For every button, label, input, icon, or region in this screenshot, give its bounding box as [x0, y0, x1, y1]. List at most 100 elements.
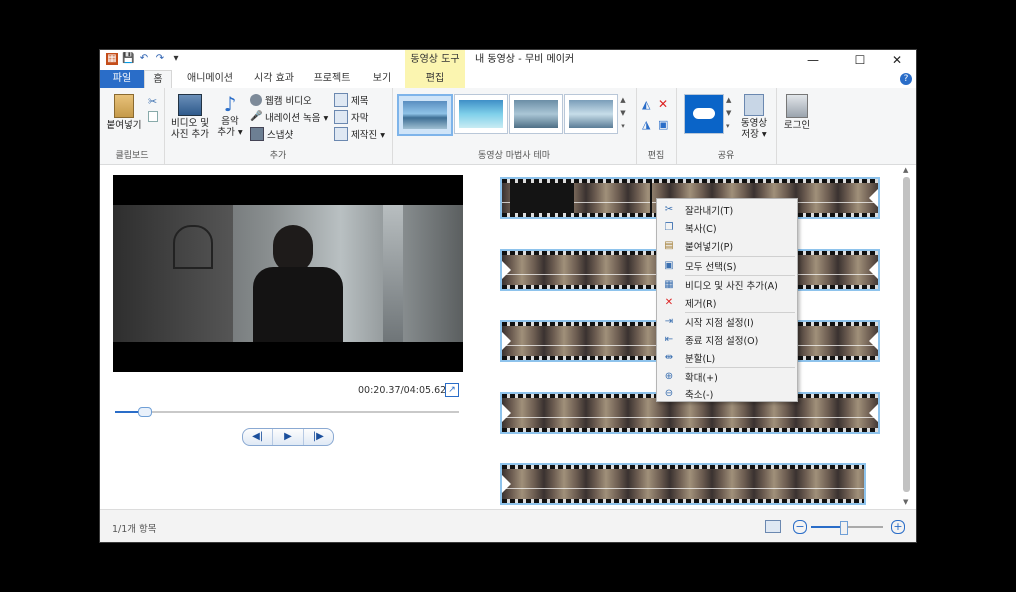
storyboard-scrollbar[interactable]: ▲ ▼: [900, 165, 914, 509]
add-video-icon: [178, 94, 202, 116]
set-end-icon: ⇤: [664, 334, 674, 345]
ribbon-tabs: 파일 홈 애니메이션 시각 효과 프로젝트 보기 편집 ?: [100, 70, 916, 90]
title-button[interactable]: 제목: [334, 93, 368, 107]
set-start-icon: ⇥: [664, 316, 674, 327]
storyboard-clip[interactable]: [500, 463, 866, 505]
tab-file[interactable]: 파일: [100, 70, 144, 88]
tab-visual-effects[interactable]: 시각 효과: [248, 70, 300, 88]
theme-thumbnail[interactable]: [454, 94, 508, 134]
tab-animation[interactable]: 애니메이션: [178, 70, 242, 88]
quick-access-toolbar: ▦ 💾 ↶ ↷ ▾: [106, 53, 182, 65]
tab-project[interactable]: 프로젝트: [308, 70, 356, 88]
menu-item-set-end[interactable]: ⇤ 종료 지점 설정(O): [657, 331, 797, 349]
tab-home[interactable]: 홈: [144, 70, 172, 90]
save-icon[interactable]: 💾: [122, 53, 134, 65]
menu-item-add-video-photo[interactable]: ▦ 비디오 및 사진 추가(A): [657, 276, 797, 294]
theme-gallery-scroll[interactable]: ▲ ▼ ▾: [618, 94, 628, 134]
cut-icon[interactable]: ✂: [148, 95, 160, 108]
zoom-slider-fill: [811, 526, 844, 528]
snapshot-icon: [250, 127, 264, 141]
close-button[interactable]: ✕: [880, 50, 914, 70]
zoom-slider[interactable]: [811, 521, 883, 535]
credits-button[interactable]: 제작진 ▾: [334, 127, 385, 141]
movie-maker-window: ▦ 💾 ↶ ↷ ▾ 동영상 도구 내 동영상 - 무비 메이커 — ☐ ✕ 파일…: [100, 50, 916, 542]
menu-item-split[interactable]: ⇹ 분할(L): [657, 349, 797, 367]
add-music-button[interactable]: ♪ 음악 추가 ▾: [214, 94, 246, 138]
themes-group: ▲ ▼ ▾ 동영상 마법사 테마: [392, 88, 637, 164]
status-bar: 1/1개 항목 − +: [100, 509, 916, 542]
paste-icon: ▤: [664, 240, 674, 251]
caption-icon: [334, 110, 348, 124]
maximize-button[interactable]: ☐: [843, 50, 877, 70]
redo-icon[interactable]: ↷: [154, 53, 166, 65]
save-movie-icon: [744, 94, 764, 116]
help-icon[interactable]: ?: [900, 73, 912, 85]
share-group: ▲ ▼ ▾ 동영상 저장 ▾ 공유: [676, 88, 777, 164]
theme-thumbnail[interactable]: [397, 94, 453, 136]
credits-icon: [334, 127, 348, 141]
tab-edit[interactable]: 편집: [405, 70, 465, 88]
menu-item-select-all[interactable]: ▣ 모두 선택(S): [657, 257, 797, 275]
tab-view[interactable]: 보기: [366, 70, 398, 88]
video-preview[interactable]: [113, 175, 463, 372]
seek-bar-thumb[interactable]: [137, 407, 152, 417]
playhead[interactable]: [650, 179, 652, 217]
paste-icon: [114, 94, 134, 118]
play-button[interactable]: ▶: [273, 429, 304, 445]
playback-controls: ◀| ▶ |▶: [242, 428, 334, 446]
clipboard-group: 붙여넣기 ✂ 클립보드: [100, 88, 165, 164]
menu-item-remove[interactable]: ✕ 제거(R): [657, 294, 797, 312]
split-icon: ⇹: [664, 352, 674, 363]
undo-icon[interactable]: ↶: [138, 53, 150, 65]
customize-icon[interactable]: ▾: [170, 53, 182, 65]
paste-button[interactable]: 붙여넣기: [104, 94, 144, 131]
title-bar: ▦ 💾 ↶ ↷ ▾ 동영상 도구 내 동영상 - 무비 메이커 — ☐ ✕: [100, 50, 916, 70]
webcam-icon: [250, 94, 262, 106]
menu-item-paste[interactable]: ▤ 붙여넣기(P): [657, 237, 797, 255]
zoom-out-icon: ⊖: [664, 388, 674, 399]
caption-button[interactable]: 자막: [334, 110, 368, 124]
zoom-in-icon: ⊕: [664, 371, 674, 382]
share-gallery-scroll[interactable]: ▲ ▼ ▾: [726, 94, 731, 133]
scrollbar-thumb[interactable]: [903, 177, 910, 492]
select-all-icon[interactable]: ▣: [658, 118, 668, 131]
rotate-left-icon[interactable]: ◭: [642, 98, 650, 111]
copy-icon[interactable]: [148, 111, 158, 122]
seek-bar[interactable]: [115, 407, 459, 417]
minimize-button[interactable]: —: [796, 50, 830, 70]
thumbnail-size-icon[interactable]: [765, 520, 781, 533]
previous-frame-button[interactable]: ◀|: [243, 429, 274, 445]
app-icon[interactable]: ▦: [106, 53, 118, 65]
zoom-in-button[interactable]: +: [891, 520, 905, 534]
theme-thumbnail[interactable]: [509, 94, 563, 134]
menu-item-copy[interactable]: ❐ 복사(C): [657, 219, 797, 237]
zoom-slider-thumb[interactable]: [840, 521, 849, 535]
menu-item-cut[interactable]: ✂ 잘라내기(T): [657, 201, 797, 219]
rotate-right-icon[interactable]: ◮: [642, 118, 650, 131]
zoom-out-button[interactable]: −: [793, 520, 807, 534]
context-menu: ✂ 잘라내기(T) ❐ 복사(C) ▤ 붙여넣기(P) ▣ 모두 선택(S) ▦ 비디오 …: [656, 198, 798, 402]
snapshot-button[interactable]: 스냅샷: [250, 127, 293, 141]
share-group-label: 공유: [717, 151, 735, 161]
scroll-down-icon[interactable]: ▼: [903, 498, 908, 506]
next-frame-button[interactable]: |▶: [304, 429, 333, 445]
login-button[interactable]: 로그인: [780, 94, 814, 131]
ribbon: 붙여넣기 ✂ 클립보드 비디오 및 사진 추가 ♪ 음악 추가 ▾ 웹캠 비디오: [100, 88, 916, 165]
webcam-video-button[interactable]: 웹캠 비디오: [250, 93, 312, 107]
record-narration-button[interactable]: 🎤 내레이션 녹음 ▾: [250, 110, 328, 124]
fullscreen-icon[interactable]: ↗: [445, 383, 459, 397]
onedrive-icon[interactable]: [684, 94, 724, 134]
save-movie-button[interactable]: 동영상 저장 ▾: [736, 94, 772, 140]
add-video-photo-button[interactable]: 비디오 및 사진 추가: [168, 94, 212, 140]
item-count: 1/1개 항목: [112, 524, 157, 535]
menu-item-set-start[interactable]: ⇥ 시작 지점 설정(I): [657, 313, 797, 331]
copy-icon: ❐: [664, 222, 674, 233]
menu-item-zoom-in[interactable]: ⊕ 확대(+): [657, 368, 797, 386]
select-all-icon: ▣: [664, 260, 674, 271]
theme-thumbnail[interactable]: [564, 94, 618, 134]
scroll-up-icon[interactable]: ▲: [903, 166, 908, 174]
title-icon: [334, 93, 348, 107]
playback-time: 00:20.37/04:05.62: [358, 385, 447, 396]
remove-icon[interactable]: ✕: [658, 97, 668, 111]
menu-item-zoom-out[interactable]: ⊖ 축소(-): [657, 385, 797, 403]
